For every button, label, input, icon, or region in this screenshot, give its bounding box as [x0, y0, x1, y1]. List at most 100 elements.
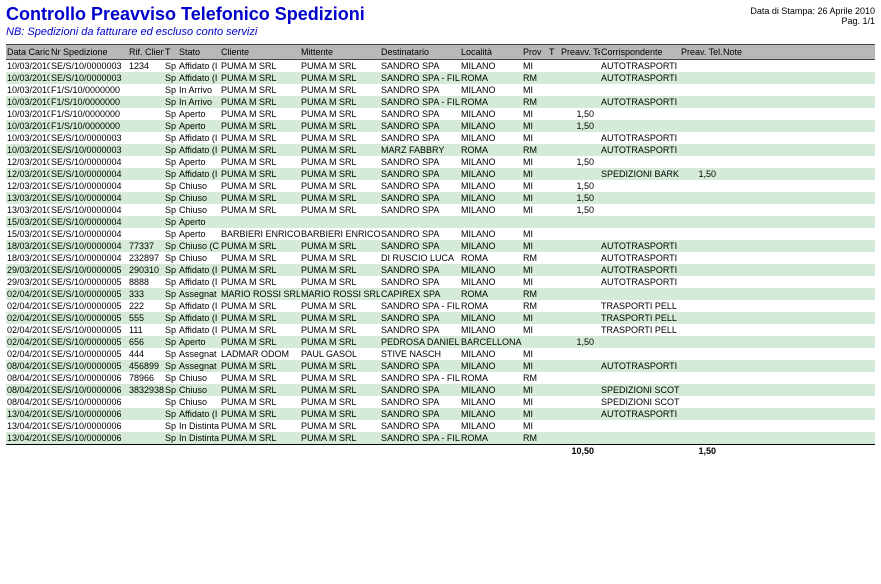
cell-stato: Affidato (I — [178, 300, 220, 312]
cell-corr — [600, 204, 680, 216]
cell-t2 — [548, 228, 560, 240]
cell-stato: Chiuso — [178, 192, 220, 204]
cell-mittente: PAUL GASOL — [300, 348, 380, 360]
cell-cliente: PUMA M SRL — [220, 336, 300, 348]
cell-t: Sp — [164, 84, 178, 96]
cell-dest: SANDRO SPA — [380, 384, 460, 396]
cell-loc: MILANO — [460, 228, 522, 240]
cell-prov: MI — [522, 420, 548, 432]
cell-note — [722, 264, 875, 276]
cell-dest: SANDRO SPA — [380, 420, 460, 432]
cell-preavc — [680, 324, 722, 336]
table-row: 02/04/2010SE/S/10/0000005656SpApertoPUMA… — [6, 336, 875, 348]
cell-loc: MILANO — [460, 276, 522, 288]
cell-t: Sp — [164, 60, 178, 73]
cell-loc: ROMA — [460, 372, 522, 384]
cell-preavv — [560, 300, 600, 312]
cell-nr: F1/S/10/0000000 — [50, 84, 128, 96]
cell-note — [722, 228, 875, 240]
cell-mittente: PUMA M SRL — [300, 324, 380, 336]
cell-mittente: PUMA M SRL — [300, 396, 380, 408]
cell-data: 10/03/2010 — [6, 144, 50, 156]
cell-t2 — [548, 420, 560, 432]
cell-preavv — [560, 72, 600, 84]
table-row: 12/03/2010SE/S/10/0000004SpApertoPUMA M … — [6, 156, 875, 168]
cell-rif — [128, 216, 164, 228]
cell-rif — [128, 228, 164, 240]
cell-loc: ROMA — [460, 288, 522, 300]
table-row: 12/03/2010SE/S/10/0000004SpChiusoPUMA M … — [6, 180, 875, 192]
cell-corr — [600, 84, 680, 96]
cell-nr: SE/S/10/0000006 — [50, 372, 128, 384]
cell-corr: TRASPORTI PELL — [600, 324, 680, 336]
cell-preavc — [680, 420, 722, 432]
cell-prov: MI — [522, 276, 548, 288]
cell-t: Sp — [164, 216, 178, 228]
col-header: Stato — [178, 45, 220, 60]
cell-rif — [128, 408, 164, 420]
cell-data: 08/04/2010 — [6, 372, 50, 384]
cell-cliente: PUMA M SRL — [220, 360, 300, 372]
cell-nr: SE/S/10/0000006 — [50, 384, 128, 396]
cell-corr — [600, 336, 680, 348]
cell-t2 — [548, 396, 560, 408]
cell-mittente: PUMA M SRL — [300, 372, 380, 384]
cell-mittente: PUMA M SRL — [300, 300, 380, 312]
cell-t: Sp — [164, 252, 178, 264]
cell-t: Sp — [164, 336, 178, 348]
cell-t: Sp — [164, 300, 178, 312]
cell-preavv — [560, 276, 600, 288]
cell-stato: Affidato (I — [178, 132, 220, 144]
cell-stato: Chiuso — [178, 372, 220, 384]
col-header: Nr Spedizione — [50, 45, 128, 60]
cell-prov: MI — [522, 132, 548, 144]
cell-t: Sp — [164, 192, 178, 204]
cell-stato: In Arrivo — [178, 96, 220, 108]
cell-corr — [600, 108, 680, 120]
cell-prov: MI — [522, 324, 548, 336]
cell-note — [722, 240, 875, 252]
cell-stato: Chiuso — [178, 204, 220, 216]
cell-note — [722, 96, 875, 108]
cell-loc: MILANO — [460, 264, 522, 276]
cell-t2 — [548, 240, 560, 252]
cell-rif — [128, 168, 164, 180]
cell-preavc — [680, 132, 722, 144]
cell-rif — [128, 144, 164, 156]
cell-stato: Chiuso — [178, 384, 220, 396]
cell-note — [722, 336, 875, 348]
cell-nr: SE/S/10/0000003 — [50, 72, 128, 84]
cell-rif: 656 — [128, 336, 164, 348]
cell-nr: SE/S/10/0000005 — [50, 300, 128, 312]
cell-note — [722, 108, 875, 120]
cell-t: Sp — [164, 132, 178, 144]
cell-preavc — [680, 360, 722, 372]
cell-preavc — [680, 156, 722, 168]
cell-t: Sp — [164, 408, 178, 420]
table-row: 10/03/2010SE/S/10/0000003SpAffidato (IPU… — [6, 72, 875, 84]
cell-preavc — [680, 144, 722, 156]
cell-rif: 456899 — [128, 360, 164, 372]
cell-note — [722, 156, 875, 168]
cell-corr — [600, 192, 680, 204]
table-row: 15/03/2010SE/S/10/0000004SpApertoBARBIER… — [6, 228, 875, 240]
cell-stato: Aperto — [178, 336, 220, 348]
cell-cliente: LADMAR ODOM — [220, 348, 300, 360]
cell-data: 08/04/2010 — [6, 396, 50, 408]
cell-t2 — [548, 288, 560, 300]
cell-t2 — [548, 348, 560, 360]
cell-loc: MILANO — [460, 156, 522, 168]
cell-t: Sp — [164, 96, 178, 108]
cell-cliente: PUMA M SRL — [220, 156, 300, 168]
cell-nr: SE/S/10/0000004 — [50, 204, 128, 216]
cell-rif: 444 — [128, 348, 164, 360]
cell-mittente: PUMA M SRL — [300, 192, 380, 204]
cell-stato: Chiuso — [178, 252, 220, 264]
cell-loc: MILANO — [460, 360, 522, 372]
cell-data: 02/04/2010 — [6, 324, 50, 336]
cell-cliente: PUMA M SRL — [220, 108, 300, 120]
cell-preavc — [680, 240, 722, 252]
cell-cliente: PUMA M SRL — [220, 168, 300, 180]
cell-note — [722, 396, 875, 408]
cell-loc: ROMA — [460, 300, 522, 312]
